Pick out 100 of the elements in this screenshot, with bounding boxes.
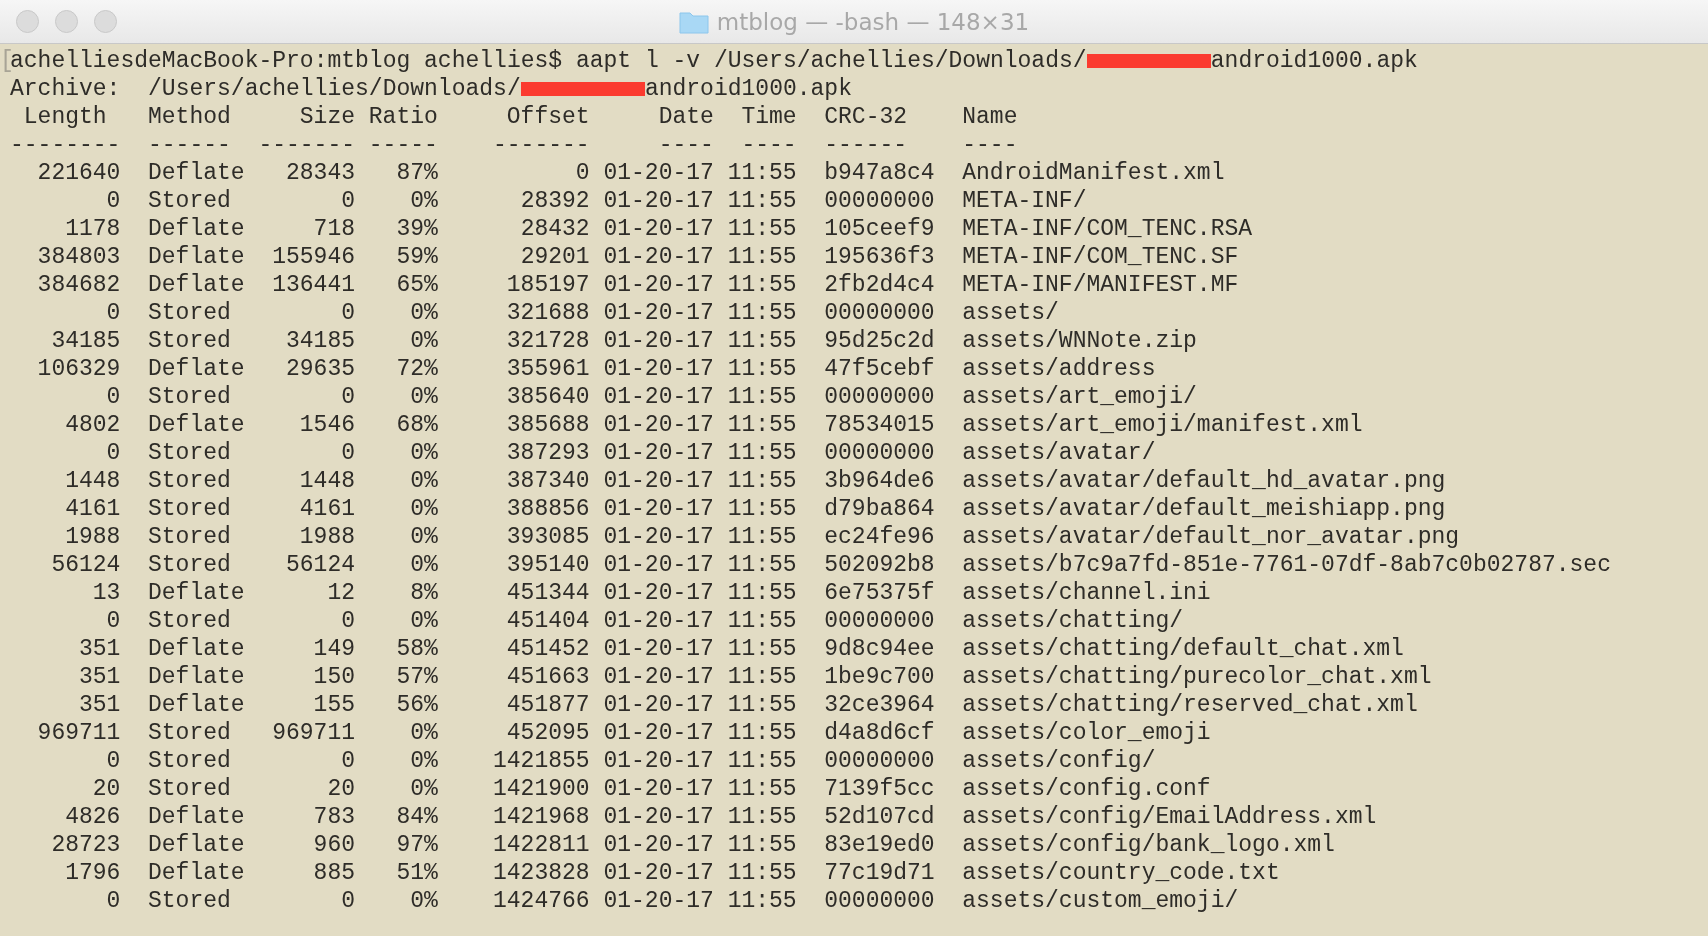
table-cell-text: Stored	[148, 551, 232, 579]
table-cell: Deflate	[148, 831, 245, 859]
table-cell-text: 385640	[505, 383, 590, 411]
table-cell-text: 0%	[409, 299, 438, 327]
table-cell-text: 136441	[271, 271, 355, 299]
table-cell: Deflate	[148, 411, 245, 439]
folder-icon	[678, 9, 709, 34]
table-cell: 11:55	[727, 467, 797, 495]
table-cell-text: Stored	[148, 467, 232, 495]
table-cell: assets/	[962, 299, 1059, 327]
table-cell-text: 0	[105, 887, 121, 915]
table-cell: 01-20-17	[603, 467, 714, 495]
table-cell: 01-20-17	[603, 411, 714, 439]
table-cell-text: 1988	[64, 523, 121, 551]
archive-path: Archive: /Users/achellies/Downloads/	[10, 75, 521, 103]
table-cell: 01-20-17	[603, 439, 714, 467]
table-cell: 11:55	[727, 495, 797, 523]
table-cell: Deflate	[148, 691, 245, 719]
table-cell-text: 351	[78, 663, 121, 691]
table-cell-text: 28723	[50, 831, 121, 859]
line-mark: [	[0, 47, 10, 75]
table-cell: AndroidManifest.xml	[962, 159, 1225, 187]
table-cell: META-INF/MANIFEST.MF	[962, 271, 1239, 299]
header-rule: ------	[148, 131, 232, 159]
table-cell-text: 0%	[409, 719, 438, 747]
table-cell: 11:55	[727, 579, 797, 607]
table-cell: 00000000	[824, 187, 935, 215]
table-cell: 502092b8	[824, 551, 935, 579]
table-cell: 00000000	[824, 747, 935, 775]
table-cell-text: 84%	[395, 803, 438, 831]
table-cell: 01-20-17	[603, 159, 714, 187]
table-cell-text: 451452	[505, 635, 590, 663]
table-cell-text: 221640	[36, 159, 121, 187]
table-cell: 11:55	[727, 215, 797, 243]
table-cell: 01-20-17	[603, 607, 714, 635]
table-cell-text: 65%	[395, 271, 438, 299]
table-cell: 01-20-17	[603, 579, 714, 607]
table-cell-text: 969711	[271, 719, 355, 747]
table-cell-text: 718	[312, 215, 355, 243]
table-cell: 95d25c2d	[824, 327, 935, 355]
table-cell: 00000000	[824, 439, 935, 467]
table-cell-text: 51%	[395, 859, 438, 887]
table-cell: 01-20-17	[603, 747, 714, 775]
table-cell-text: 0%	[409, 523, 438, 551]
table-cell: 2fb2d4c4	[824, 271, 935, 299]
table-cell: Deflate	[148, 243, 245, 271]
table-cell: 01-20-17	[603, 299, 714, 327]
table-cell: META-INF/COM_TENC.SF	[962, 243, 1239, 271]
table-cell-text: 452095	[505, 719, 590, 747]
table-cell-text: 1421855	[492, 747, 590, 775]
table-cell-text: 0%	[409, 495, 438, 523]
table-cell-text: 1424766	[492, 887, 590, 915]
table-cell-text: 28392	[519, 187, 590, 215]
table-cell: assets/b7c9a7fd-851e-7761-07df-8ab7c0b02787.sec	[962, 551, 1611, 579]
table-cell: assets/avatar/	[962, 439, 1156, 467]
window-title: mtblog — -bash — 148×31	[716, 8, 1030, 35]
table-cell: assets/chatting/	[962, 607, 1184, 635]
table-cell-text: 0	[340, 439, 355, 467]
table-cell-text: 29635	[285, 355, 355, 383]
table-cell-text: Stored	[148, 775, 232, 803]
minimize-button[interactable]	[55, 10, 78, 33]
table-cell-text: 321688	[505, 299, 590, 327]
table-cell-text: Stored	[148, 299, 232, 327]
table-cell-text: 395140	[505, 551, 590, 579]
table-cell-text: 0	[105, 439, 121, 467]
table-cell-text: 8%	[409, 579, 438, 607]
table-cell: assets/config/EmailAddress.xml	[962, 803, 1377, 831]
table-cell: 11:55	[727, 691, 797, 719]
header-rule: -----	[367, 131, 438, 159]
zoom-button[interactable]	[94, 10, 117, 33]
table-cell-text: 351	[78, 635, 121, 663]
table-cell: assets/config.conf	[962, 775, 1211, 803]
table-cell: 01-20-17	[603, 243, 714, 271]
table-cell-text: 351	[78, 691, 121, 719]
header-rule: ----	[740, 131, 797, 159]
table-cell: assets/chatting/reserved_chat.xml	[962, 691, 1418, 719]
table-cell-text: 0%	[409, 551, 438, 579]
close-button[interactable]	[16, 10, 39, 33]
table-cell: 01-20-17	[603, 803, 714, 831]
table-cell: assets/custom_emoji/	[962, 887, 1239, 915]
table-cell: 78534015	[824, 411, 935, 439]
table-cell-text: 960	[312, 831, 355, 859]
table-cell: 7139f5cc	[824, 775, 935, 803]
table-cell: 01-20-17	[603, 187, 714, 215]
column-header: Date	[657, 103, 714, 131]
table-cell: 11:55	[727, 887, 797, 915]
table-cell: 11:55	[727, 187, 797, 215]
table-cell: 11:55	[727, 271, 797, 299]
table-cell: 01-20-17	[603, 663, 714, 691]
table-cell: 11:55	[727, 635, 797, 663]
table-cell-text: 0	[105, 299, 121, 327]
table-cell-text: 56124	[50, 551, 121, 579]
command-text: achelliesdeMacBook-Pro:mtblog achellies$ aapt l -v /Users/achellies/Downloads/	[10, 47, 1087, 75]
table-cell: assets/art_emoji/manifest.xml	[962, 411, 1363, 439]
table-cell: Deflate	[148, 635, 245, 663]
table-cell-text: 4802	[64, 411, 121, 439]
table-cell: 01-20-17	[603, 523, 714, 551]
table-cell: 01-20-17	[603, 327, 714, 355]
table-cell: 01-20-17	[603, 635, 714, 663]
table-cell: 83e19ed0	[824, 831, 935, 859]
